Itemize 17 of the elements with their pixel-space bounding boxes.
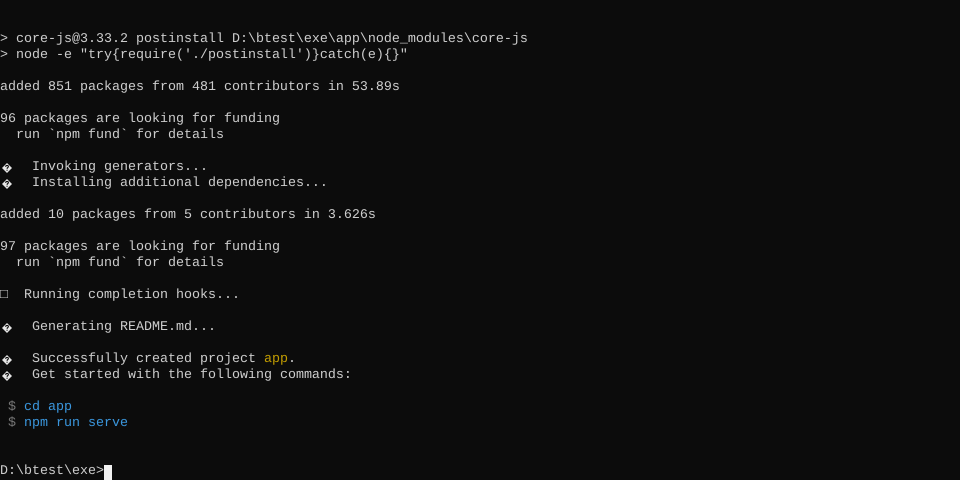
terminal-line: 96 packages are looking for funding xyxy=(0,112,280,128)
terminal-line: > node -e "try{require('./postinstall')}catch(e){}" xyxy=(0,48,408,64)
terminal-line: run `npm fund` for details xyxy=(14,256,224,272)
terminal-line: added 10 packages from 5 contributors in 3.626s xyxy=(0,208,376,224)
terminal-line: Successfully created project app. xyxy=(32,352,296,368)
terminal-line: $ cd app xyxy=(6,400,72,416)
terminal-line: Get started with the following commands: xyxy=(32,368,352,384)
terminal-line: Invoking generators... xyxy=(32,160,208,176)
terminal-line: run `npm fund` for details xyxy=(14,128,224,144)
terminal-line: 97 packages are looking for funding xyxy=(0,240,280,256)
terminal-line: Installing additional dependencies... xyxy=(32,176,328,192)
command-prompt: D:\btest\exe> xyxy=(0,464,104,480)
terminal-line: added 851 packages from 481 contributors in 53.89s xyxy=(0,80,400,96)
terminal-line: $ npm run serve xyxy=(6,416,128,432)
terminal-line: □ Running completion hooks... xyxy=(0,288,240,304)
terminal-line: > core-js@3.33.2 postinstall D:\btest\exe\app\node_modules\core-js xyxy=(0,32,528,48)
terminal-line: Generating README.md... xyxy=(32,320,216,336)
